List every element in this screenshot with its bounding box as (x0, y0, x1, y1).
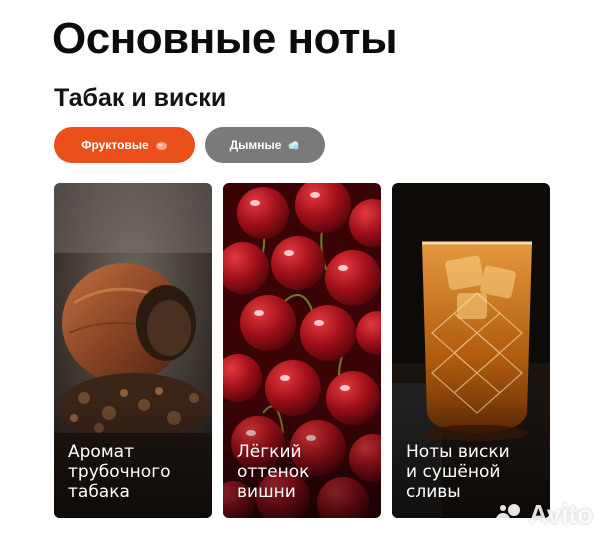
chip-fruity[interactable]: Фруктовые (54, 127, 195, 163)
smoke-icon (288, 140, 299, 149)
card-label: Ноты виски и сушёной сливы (406, 442, 510, 502)
page-subtitle: Табак и виски (54, 84, 227, 112)
avito-watermark: Avito (494, 499, 593, 530)
avito-logo-icon (495, 503, 520, 527)
chip-smoky[interactable]: Дымные (205, 127, 325, 163)
watermark-text: Avito (528, 499, 593, 529)
chip-fruity-label: Фруктовые (81, 138, 149, 152)
note-card-whisky[interactable]: Ноты виски и сушёной сливы (392, 183, 550, 518)
note-card-cherry[interactable]: Лёгкий оттенок вишни (223, 183, 381, 518)
card-label: Лёгкий оттенок вишни (237, 442, 310, 502)
card-label: Аромат трубочного табака (68, 442, 171, 502)
chip-smoky-label: Дымные (229, 138, 282, 152)
page-title: Основные ноты (52, 14, 398, 63)
note-card-tobacco[interactable]: Аромат трубочного табака (54, 183, 212, 518)
cherry-icon (155, 141, 167, 150)
